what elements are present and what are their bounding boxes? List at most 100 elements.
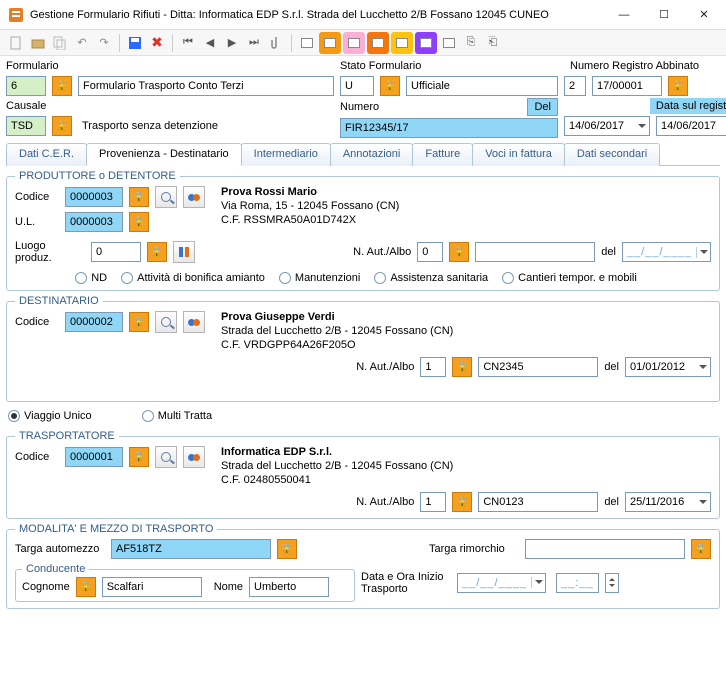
luogo-produz-input[interactable] [91,242,141,262]
radio-viaggio-unico[interactable]: Viaggio Unico [8,410,92,422]
formulario-tipo-input[interactable] [78,76,334,96]
delete-icon[interactable]: ✖ [147,33,167,53]
targa-auto-input[interactable] [111,539,271,559]
tab-dati-cer[interactable]: Dati C.E.R. [6,143,87,166]
numero-input[interactable] [340,118,558,138]
lock-icon[interactable]: 🔒 [52,76,72,96]
trasportatore-naut-num[interactable] [420,492,446,512]
tab-voci-fattura[interactable]: Voci in fattura [472,143,565,166]
tool-open-icon[interactable] [28,33,48,53]
print-box-orange-icon[interactable] [319,32,341,54]
tool-new-icon[interactable] [6,33,26,53]
formulario-num-input[interactable] [6,76,46,96]
lock-icon[interactable]: 🔒 [129,187,149,207]
lock-icon[interactable]: 🔒 [380,76,400,96]
print-box-orange2-icon[interactable] [367,32,389,54]
tab-fatture[interactable]: Fatture [412,143,473,166]
stato-code-input[interactable] [340,76,374,96]
reg-anno-input[interactable] [592,76,662,96]
produttore-ul-input[interactable] [65,212,123,232]
save-icon[interactable] [125,33,145,53]
nav-prev-icon[interactable]: ◀ [200,33,220,53]
tab-intermediario[interactable]: Intermediario [241,143,331,166]
reg-num-input[interactable] [564,76,586,96]
tool-copy-icon[interactable] [50,33,70,53]
radio-assistenza[interactable]: Assistenza sanitaria [374,272,488,284]
app-icon [8,7,24,23]
radio-bonifica[interactable]: Attività di bonifica amianto [121,272,265,284]
lock-icon[interactable]: 🔒 [129,212,149,232]
people-icon[interactable] [183,311,205,333]
lock-icon[interactable]: 🔒 [452,357,472,377]
lock-icon[interactable]: 🔒 [129,312,149,332]
lock-icon[interactable]: 🔒 [52,116,72,136]
lock-icon[interactable]: 🔒 [691,539,711,559]
radio-nd[interactable]: ND [75,272,107,284]
lock-icon[interactable]: 🔒 [129,447,149,467]
print-box-yellow-icon[interactable] [391,32,413,54]
luogo-produz-label: Luogo produz. [15,238,85,266]
detail-icon[interactable] [173,241,195,263]
tab-dati-secondari[interactable]: Dati secondari [564,143,660,166]
causale-code-input[interactable] [6,116,46,136]
produttore-naut-text[interactable] [475,242,595,262]
people-icon[interactable] [183,446,205,468]
trasportatore-codice-label: Codice [15,449,59,465]
radio-manutenzioni[interactable]: Manutenzioni [279,272,360,284]
separator [119,34,120,52]
attachment-icon[interactable] [266,33,286,53]
export-icon[interactable]: ⎘ [461,33,481,53]
tool-undo-icon[interactable]: ↶ [72,33,92,53]
data-registro-dropdown[interactable]: 14/06/2017 [656,116,726,136]
print-box-purple-icon[interactable] [415,32,437,54]
produttore-naut-num[interactable] [417,242,443,262]
destinatario-codice-input[interactable] [65,312,123,332]
minimize-button[interactable]: — [604,1,644,29]
nome-input[interactable] [249,577,329,597]
nav-last-icon[interactable]: ⏭ [244,33,264,53]
radio-cantieri[interactable]: Cantieri tempor. e mobili [502,272,637,284]
tab-annotazioni[interactable]: Annotazioni [330,143,414,166]
trasportatore-naut-date[interactable]: 25/11/2016 [625,492,711,512]
tab-provenienza-destinatario[interactable]: Provenienza - Destinatario [86,143,242,166]
produttore-codice-input[interactable] [65,187,123,207]
people-icon[interactable] [183,186,205,208]
trasportatore-details: Informatica EDP S.r.l. Strada del Lucche… [221,446,453,486]
search-icon[interactable] [155,186,177,208]
search-icon[interactable] [155,446,177,468]
search-icon[interactable] [155,311,177,333]
nav-next-icon[interactable]: ▶ [222,33,242,53]
import-icon[interactable]: ⎗ [483,33,503,53]
time-spinner[interactable] [605,573,619,593]
print-alt-icon[interactable] [439,33,459,53]
cognome-input[interactable] [102,577,202,597]
lock-icon[interactable]: 🔒 [668,76,688,96]
del-date-dropdown[interactable]: 14/06/2017 [564,116,650,136]
produttore-group: PRODUTTORE o DETENTORE Codice 🔒 U.L. 🔒 P… [6,170,720,291]
lock-icon[interactable]: 🔒 [449,242,469,262]
nav-first-icon[interactable]: ⏮ [178,33,198,53]
tool-redo-icon[interactable]: ↷ [94,33,114,53]
print-box-pink-icon[interactable] [343,32,365,54]
destinatario-naut-date[interactable]: 01/01/2012 [625,357,711,377]
trasportatore-naut-text[interactable] [478,492,598,512]
tabs: Dati C.E.R. Provenienza - Destinatario I… [6,142,720,166]
radio-multi-tratta[interactable]: Multi Tratta [142,410,212,422]
data-inizio-time[interactable]: __:__ [556,573,599,593]
print-icon[interactable] [297,33,317,53]
lock-icon[interactable]: 🔒 [76,577,96,597]
lock-icon[interactable]: 🔒 [277,539,297,559]
trasportatore-codice-input[interactable] [65,447,123,467]
lock-icon[interactable]: 🔒 [147,242,167,262]
close-button[interactable]: ✕ [684,1,724,29]
produttore-naut-date[interactable]: __/__/____ [622,242,711,262]
modalita-legend: MODALITA' E MEZZO DI TRASPORTO [15,523,217,535]
targa-rim-input[interactable] [525,539,685,559]
destinatario-naut-num[interactable] [420,357,446,377]
maximize-button[interactable]: ☐ [644,1,684,29]
stato-desc-input[interactable] [406,76,558,96]
destinatario-naut-text[interactable] [478,357,598,377]
trasportatore-group: TRASPORTATORE Codice 🔒 Informatica EDP S… [6,430,720,519]
lock-icon[interactable]: 🔒 [452,492,472,512]
data-inizio-date[interactable]: __/__/____ [457,573,546,593]
